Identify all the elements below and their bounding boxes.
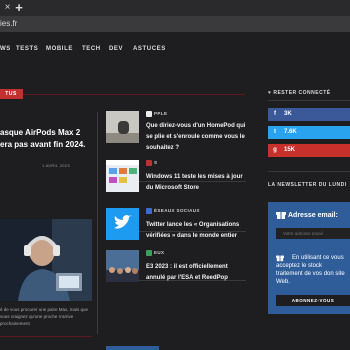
article-card[interactable]: EUX E3 2023 : il est officiellement annu…: [106, 250, 246, 292]
article-category[interactable]: PPLE: [146, 111, 167, 117]
facebook-icon: f: [274, 111, 276, 117]
twitter-icon: t: [274, 129, 276, 135]
windows-icon: [146, 160, 152, 166]
newsletter-consent[interactable]: En utilisant ce vous acceptez le stock t…: [276, 254, 350, 286]
google-plus-button[interactable]: g 15K: [268, 144, 350, 157]
featured-date: 1 AVRIL 2023: [42, 163, 70, 168]
sidebar-divider: [268, 100, 350, 101]
featured-image[interactable]: [0, 219, 92, 301]
games-icon: [146, 250, 152, 256]
windows-store-thumbnail: [106, 160, 139, 192]
nav-item-mobile[interactable]: MOBILE: [46, 46, 73, 52]
article-category-label: PPLE: [154, 111, 168, 117]
article-category[interactable]: EUX: [146, 250, 164, 256]
article-title[interactable]: Twitter lance les « Organisations vérifi…: [146, 220, 246, 242]
browser-tab-bar: × +: [0, 0, 350, 16]
newsletter-email-label: Adresse email:: [288, 212, 338, 219]
article-thumbnail[interactable]: [106, 111, 139, 143]
article-category-label: S: [154, 160, 158, 166]
apple-icon: [146, 111, 152, 117]
subscribe-button[interactable]: ABONNEZ-VOUS: [276, 295, 350, 306]
address-bar[interactable]: ies.fr: [0, 16, 350, 32]
article-category-label: ÉSEAUX SOCIAUX: [154, 208, 200, 214]
article-thumbnail[interactable]: [106, 160, 139, 192]
article-card[interactable]: ÉSEAUX SOCIAUX Twitter lance les « Organ…: [106, 208, 246, 250]
address-bar-url[interactable]: ies.fr: [0, 19, 17, 28]
gift-icon: [276, 212, 286, 219]
section-tag[interactable]: TUS: [0, 89, 23, 99]
bottom-blue-block: [106, 346, 159, 350]
nav-item-news[interactable]: WS: [0, 46, 11, 52]
new-tab-button[interactable]: +: [13, 1, 25, 14]
article-card[interactable]: S Windows 11 teste les mises à jour du M…: [106, 160, 246, 202]
google-count: 15K: [284, 147, 296, 153]
nav-item-astuces[interactable]: ASTUCES: [133, 46, 166, 52]
newsletter-email-input[interactable]: [276, 228, 350, 239]
person-headphones-illustration: [0, 219, 92, 301]
facebook-count: 3K: [284, 111, 292, 117]
sidebar-divider: [268, 171, 350, 172]
column-divider: [97, 112, 98, 334]
sidebar: ♥ RESTER CONNECTÉ f 3K t 7.6K g 15K LA N…: [268, 32, 350, 350]
e3-crowd-thumbnail: [106, 250, 139, 282]
facebook-button[interactable]: f 3K: [268, 108, 350, 121]
newsletter-consent-text: En utilisant ce vous acceptez le stock t…: [276, 255, 345, 285]
social-icon: [146, 208, 152, 214]
article-title[interactable]: Windows 11 teste les mises à jour du Mic…: [146, 172, 246, 194]
featured-divider: [0, 336, 92, 337]
google-icon: g: [273, 147, 277, 153]
newsletter-box: Adresse email: En utilisant ce vous acce…: [268, 202, 350, 314]
featured-title[interactable]: asque AirPods Max 2 era pas avant fin 20…: [0, 127, 92, 151]
stay-connected-label: RESTER CONNECTÉ: [273, 90, 331, 96]
article-title[interactable]: E3 2023 : il est officiellement annulé p…: [146, 262, 246, 284]
article-thumbnail[interactable]: [106, 208, 139, 240]
section-divider: [0, 94, 245, 95]
tab-close-icon[interactable]: ×: [2, 2, 13, 13]
nav-item-tech[interactable]: TECH: [82, 46, 101, 52]
gift-icon: [276, 255, 284, 262]
nav-item-dev[interactable]: DEV: [109, 46, 123, 52]
twitter-count: 7.6K: [284, 129, 297, 135]
homepod-thumbnail: [106, 111, 139, 143]
article-category-label: EUX: [154, 250, 165, 256]
article-category[interactable]: S: [146, 160, 157, 166]
twitter-logo-thumbnail: [106, 208, 139, 240]
article-thumbnail[interactable]: [106, 250, 139, 282]
nav-item-tests[interactable]: TESTS: [16, 46, 38, 52]
website: WS TESTS MOBILE TECH DEV ASTUCES TUS asq…: [0, 32, 350, 350]
stay-connected-heading: ♥ RESTER CONNECTÉ: [268, 90, 331, 96]
article-title[interactable]: Que diriez-vous d'un HomePod qui se plie…: [146, 121, 246, 154]
newsletter-heading: LA NEWSLETTER DU LUNDI: [268, 182, 347, 188]
twitter-button[interactable]: t 7.6K: [268, 126, 350, 139]
article-category[interactable]: ÉSEAUX SOCIAUX: [146, 208, 200, 214]
featured-excerpt: é de vous procurer une paire Max, mais q…: [0, 307, 89, 326]
article-card[interactable]: PPLE Que diriez-vous d'un HomePod qui se…: [106, 111, 246, 153]
